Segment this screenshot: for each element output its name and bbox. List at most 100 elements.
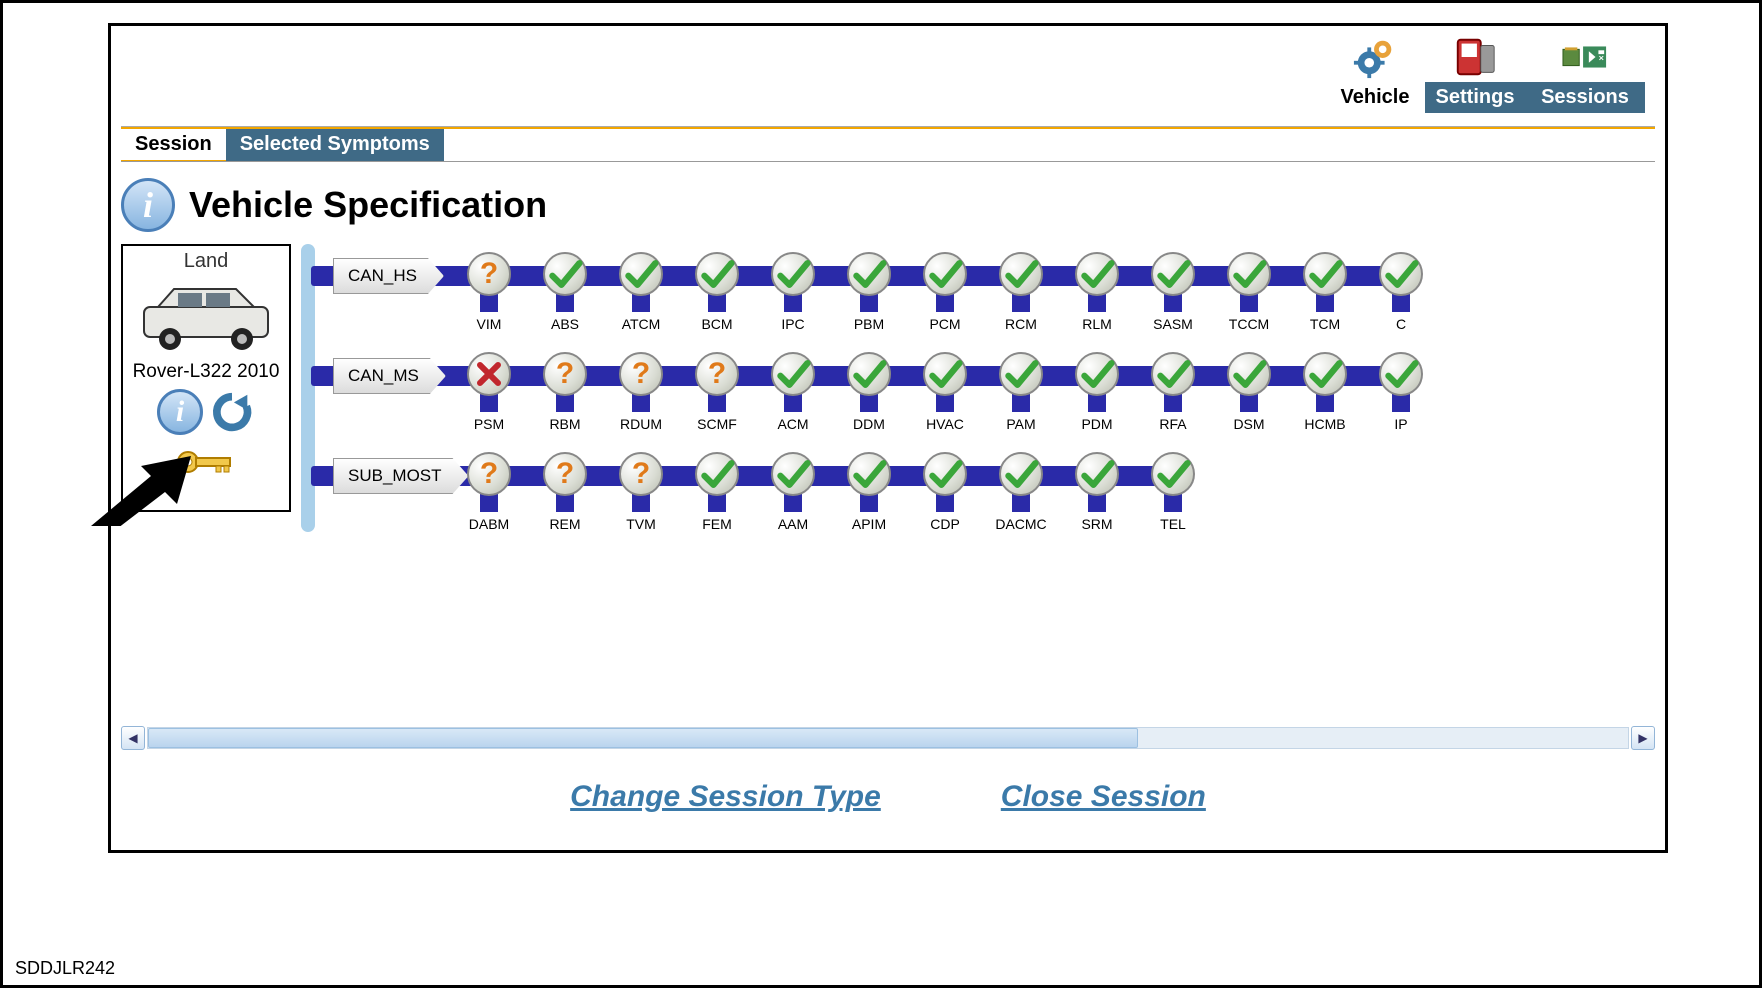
module-node-scmf[interactable]: ?SCMF (679, 352, 755, 432)
module-node-tvm[interactable]: ?TVM (603, 452, 679, 532)
vehicle-model: Rover-L322 2010 (127, 361, 285, 383)
module-node-dabm[interactable]: ?DABM (451, 452, 527, 532)
module-node-ipc[interactable]: IPC (755, 252, 831, 332)
module-node-vim[interactable]: ? VIM (451, 252, 527, 332)
status-indicator (1379, 252, 1423, 296)
scroll-left-button[interactable]: ◀ (121, 726, 145, 750)
module-label: HCMB (1287, 416, 1363, 432)
module-node-sasm[interactable]: SASM (1135, 252, 1211, 332)
scroll-thumb[interactable] (148, 728, 1138, 748)
module-node-pcm[interactable]: PCM (907, 252, 983, 332)
status-indicator: ? (467, 252, 511, 296)
nav-label: Settings (1425, 82, 1525, 113)
vehicle-info-button[interactable]: i (157, 389, 203, 435)
connector-peg (860, 394, 878, 412)
module-node-ip[interactable]: IP (1363, 352, 1439, 432)
nav-label: Vehicle (1325, 82, 1425, 113)
module-label: CDP (907, 516, 983, 532)
module-node-apim[interactable]: APIM (831, 452, 907, 532)
module-label: RDUM (603, 416, 679, 432)
module-label: C (1363, 316, 1439, 332)
module-node-dsm[interactable]: DSM (1211, 352, 1287, 432)
bus-label[interactable]: SUB_MOST (333, 458, 469, 494)
module-node-fem[interactable]: FEM (679, 452, 755, 532)
module-node-aam[interactable]: AAM (755, 452, 831, 532)
module-node-tccm[interactable]: TCCM (1211, 252, 1287, 332)
connector-peg (1392, 294, 1410, 312)
connector-peg (480, 294, 498, 312)
module-node-cdp[interactable]: CDP (907, 452, 983, 532)
connector-peg (632, 394, 650, 412)
close-session-link[interactable]: Close Session (1001, 780, 1206, 814)
status-indicator (695, 252, 739, 296)
connector-peg (708, 394, 726, 412)
module-label: PCM (907, 316, 983, 332)
bus-label[interactable]: CAN_HS (333, 258, 444, 294)
module-node-c[interactable]: C (1363, 252, 1439, 332)
module-node-rfa[interactable]: RFA (1135, 352, 1211, 432)
change-session-link[interactable]: Change Session Type (570, 780, 881, 814)
status-indicator (923, 452, 967, 496)
status-indicator (1379, 352, 1423, 396)
connector-peg (1316, 394, 1334, 412)
tab-session[interactable]: Session (121, 129, 226, 162)
status-indicator (847, 352, 891, 396)
module-node-rem[interactable]: ?REM (527, 452, 603, 532)
status-indicator (771, 352, 815, 396)
module-node-pbm[interactable]: PBM (831, 252, 907, 332)
module-node-pam[interactable]: PAM (983, 352, 1059, 432)
nav-vehicle[interactable]: Vehicle (1325, 32, 1425, 113)
module-label: TCM (1287, 316, 1363, 332)
connector-peg (708, 494, 726, 512)
module-node-hcmb[interactable]: HCMB (1287, 352, 1363, 432)
module-node-acm[interactable]: ACM (755, 352, 831, 432)
connector-peg (556, 394, 574, 412)
scroll-right-button[interactable]: ▶ (1631, 726, 1655, 750)
module-node-rlm[interactable]: RLM (1059, 252, 1135, 332)
status-indicator (543, 252, 587, 296)
app-window: Vehicle Settings Sessions Session Select… (108, 23, 1668, 853)
module-node-pdm[interactable]: PDM (1059, 352, 1135, 432)
module-node-atcm[interactable]: ATCM (603, 252, 679, 332)
module-node-dacmc[interactable]: DACMC (983, 452, 1059, 532)
page-title-row: i Vehicle Specification (121, 178, 547, 232)
module-node-tel[interactable]: TEL (1135, 452, 1211, 532)
horizontal-scrollbar[interactable]: ◀ ▶ (121, 726, 1655, 750)
connector-peg (1240, 294, 1258, 312)
module-label: BCM (679, 316, 755, 332)
module-label: FEM (679, 516, 755, 532)
nav-settings[interactable]: Settings (1425, 32, 1525, 113)
sessions-icon (1525, 32, 1645, 82)
module-node-bcm[interactable]: BCM (679, 252, 755, 332)
vertical-handle[interactable] (301, 244, 315, 532)
nav-sessions[interactable]: Sessions (1525, 32, 1645, 113)
status-indicator: ? (467, 452, 511, 496)
module-label: PAM (983, 416, 1059, 432)
module-label: RFA (1135, 416, 1211, 432)
connector-peg (1164, 494, 1182, 512)
status-indicator (923, 252, 967, 296)
module-node-tcm[interactable]: TCM (1287, 252, 1363, 332)
module-node-rcm[interactable]: RCM (983, 252, 1059, 332)
bus-label[interactable]: CAN_MS (333, 358, 446, 394)
module-node-rbm[interactable]: ?RBM (527, 352, 603, 432)
module-label: VIM (451, 316, 527, 332)
module-node-psm[interactable]: PSM (451, 352, 527, 432)
module-label: AAM (755, 516, 831, 532)
refresh-button[interactable] (209, 389, 255, 440)
module-node-srm[interactable]: SRM (1059, 452, 1135, 532)
status-indicator: ? (543, 452, 587, 496)
module-label: SCMF (679, 416, 755, 432)
module-label: PSM (451, 416, 527, 432)
module-node-hvac[interactable]: HVAC (907, 352, 983, 432)
top-nav: Vehicle Settings Sessions (1325, 32, 1645, 113)
module-node-ddm[interactable]: DDM (831, 352, 907, 432)
tab-symptoms[interactable]: Selected Symptoms (226, 129, 444, 162)
module-label: RCM (983, 316, 1059, 332)
sub-tabs: Session Selected Symptoms (121, 129, 444, 162)
connector-peg (936, 494, 954, 512)
module-node-rdum[interactable]: ?RDUM (603, 352, 679, 432)
scroll-trough[interactable] (147, 727, 1629, 749)
module-node-abs[interactable]: ABS (527, 252, 603, 332)
module-label: ACM (755, 416, 831, 432)
